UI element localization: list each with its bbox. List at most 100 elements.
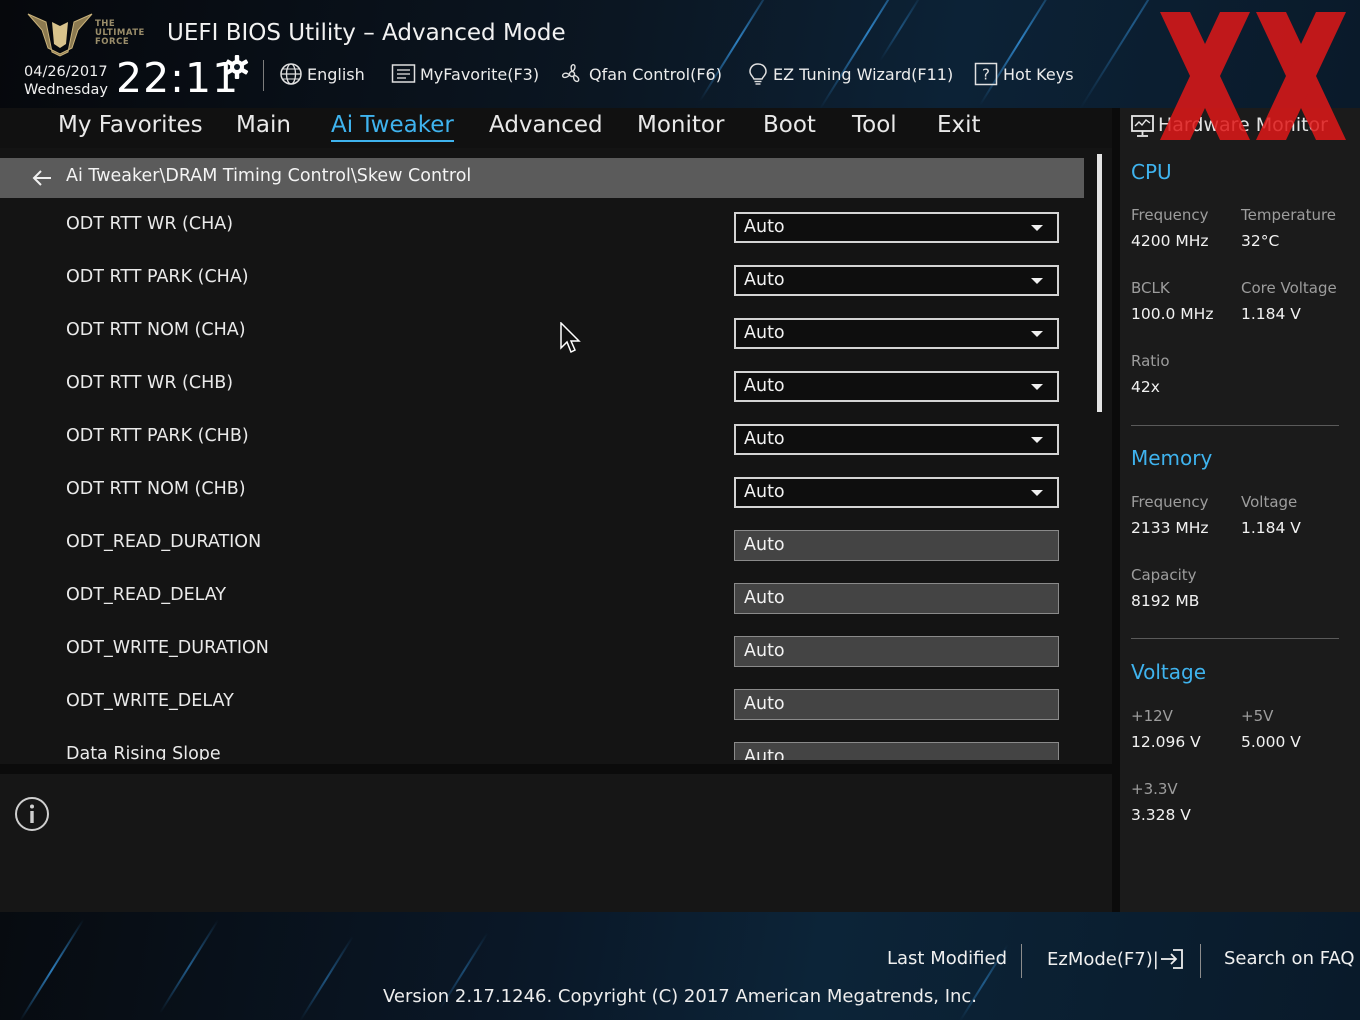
memory-heading: Memory: [1131, 446, 1213, 470]
ez-tuning-wizard-button[interactable]: EZ Tuning Wizard(F11): [747, 62, 953, 86]
weekday-label: Wednesday: [24, 82, 108, 98]
setting-dropdown[interactable]: Auto: [734, 424, 1059, 455]
setting-row: ODT_WRITE_DURATION Auto: [0, 628, 1084, 681]
cpu-temperature-label: Temperature: [1241, 206, 1337, 224]
setting-label: Data Rising Slope: [66, 744, 221, 760]
lightbulb-icon: [749, 63, 767, 85]
setting-row: ODT RTT PARK (CHB) Auto: [0, 416, 1084, 469]
setting-input[interactable]: Auto: [734, 636, 1059, 667]
menu-ai-tweaker[interactable]: Ai Tweaker: [331, 112, 454, 142]
dropdown-value: Auto: [744, 217, 785, 237]
setting-input[interactable]: Auto: [734, 742, 1059, 760]
setting-row: ODT RTT NOM (CHB) Auto: [0, 469, 1084, 522]
setting-input[interactable]: Auto: [734, 689, 1059, 720]
gear-icon[interactable]: [224, 54, 250, 80]
menu-my-favorites[interactable]: My Favorites: [58, 112, 203, 138]
cpu-heading: CPU: [1131, 160, 1172, 184]
dropdown-arrow-icon: [1031, 490, 1043, 496]
decor-streak: [1079, 0, 1187, 108]
settings-panel: Ai Tweaker\DRAM Timing Control\Skew Cont…: [0, 148, 1112, 764]
setting-row: ODT RTT WR (CHA) Auto: [0, 204, 1084, 257]
setting-dropdown[interactable]: Auto: [734, 371, 1059, 402]
setting-row: ODT_WRITE_DELAY Auto: [0, 681, 1084, 734]
qfan-control-label: Qfan Control(F6): [589, 64, 722, 84]
setting-dropdown[interactable]: Auto: [734, 265, 1059, 296]
ez-mode-button[interactable]: EzMode(F7)|: [1047, 948, 1185, 970]
decor-streak: [879, 0, 924, 62]
menu-advanced[interactable]: Advanced: [489, 112, 603, 138]
favorite-list-icon: [391, 64, 416, 83]
dropdown-arrow-icon: [1031, 384, 1043, 390]
info-icon: [15, 797, 49, 831]
dropdown-arrow-icon: [1031, 331, 1043, 337]
setting-row: ODT_READ_DELAY Auto: [0, 575, 1084, 628]
dropdown-value: Auto: [744, 482, 785, 502]
myfavorite-button[interactable]: MyFavorite(F3): [391, 62, 539, 86]
setting-dropdown[interactable]: Auto: [734, 318, 1059, 349]
setting-dropdown[interactable]: Auto: [734, 477, 1059, 508]
capacity-label: Capacity: [1131, 566, 1197, 584]
back-arrow-icon[interactable]: [30, 166, 54, 190]
breadcrumb: Ai Tweaker\DRAM Timing Control\Skew Cont…: [0, 158, 1084, 198]
dropdown-value: Auto: [744, 270, 785, 290]
setting-label: ODT_READ_DURATION: [66, 532, 262, 552]
setting-label: ODT_WRITE_DELAY: [66, 691, 234, 711]
voltage-heading: Voltage: [1131, 660, 1207, 684]
cpu-frequency-value: 4200 MHz: [1131, 232, 1209, 250]
svg-text:?: ?: [982, 66, 990, 84]
setting-input[interactable]: Auto: [734, 583, 1059, 614]
dropdown-arrow-icon: [1031, 225, 1043, 231]
setting-label: ODT RTT NOM (CHB): [66, 479, 246, 499]
section-divider: [1131, 638, 1339, 639]
setting-row: ODT_READ_DURATION Auto: [0, 522, 1084, 575]
setting-row: ODT RTT WR (CHB) Auto: [0, 363, 1084, 416]
v5-value: 5.000 V: [1241, 733, 1301, 751]
menu-boot[interactable]: Boot: [763, 112, 816, 138]
menu-main[interactable]: Main: [236, 112, 291, 138]
setting-input[interactable]: Auto: [734, 530, 1059, 561]
footer-bar: Last Modified EzMode(F7)| Search on FAQ …: [0, 912, 1360, 1020]
header-bar: THE ULTIMATE FORCE UEFI BIOS Utility – A…: [0, 0, 1360, 108]
setting-label: ODT RTT PARK (CHA): [66, 267, 249, 287]
fan-icon: [561, 64, 580, 83]
qfan-control-button[interactable]: Qfan Control(F6): [559, 62, 722, 86]
setting-row: ODT RTT PARK (CHA) Auto: [0, 257, 1084, 310]
v12-value: 12.096 V: [1131, 733, 1201, 751]
hardware-monitor-panel: Hardware Monitor CPU Frequency Temperatu…: [1120, 108, 1360, 912]
last-modified-button[interactable]: Last Modified: [887, 948, 1007, 969]
logo-wordmark: THE ULTIMATE FORCE: [95, 19, 145, 47]
vertical-scrollbar[interactable]: [1097, 154, 1102, 412]
setting-label: ODT RTT WR (CHB): [66, 373, 234, 393]
core-voltage-label: Core Voltage: [1241, 279, 1337, 297]
menu-monitor[interactable]: Monitor: [637, 112, 724, 138]
v33-value: 3.328 V: [1131, 806, 1191, 824]
menu-tool[interactable]: Tool: [852, 112, 897, 138]
decor-streak: [299, 935, 354, 1020]
myfavorite-label: MyFavorite(F3): [420, 64, 540, 84]
v12-label: +12V: [1131, 707, 1173, 725]
hot-keys-label: Hot Keys: [1003, 64, 1074, 84]
setting-label: ODT RTT WR (CHA): [66, 214, 234, 234]
language-button[interactable]: English: [279, 62, 365, 86]
setting-row: ODT RTT NOM (CHA) Auto: [0, 310, 1084, 363]
decor-streak: [979, 0, 1061, 106]
menu-exit[interactable]: Exit: [937, 112, 981, 138]
hot-keys-button[interactable]: ? Hot Keys: [974, 62, 1074, 86]
ratio-label: Ratio: [1131, 352, 1170, 370]
dropdown-value: Auto: [744, 323, 785, 343]
memory-frequency-label: Frequency: [1131, 493, 1209, 511]
ez-tuning-wizard-label: EZ Tuning Wizard(F11): [773, 64, 954, 84]
input-value: Auto: [744, 747, 785, 760]
cpu-frequency-label: Frequency: [1131, 206, 1209, 224]
input-value: Auto: [744, 641, 785, 661]
language-label: English: [307, 64, 365, 84]
decor-streak: [699, 0, 776, 102]
setting-label: ODT_WRITE_DURATION: [66, 638, 269, 658]
search-faq-button[interactable]: Search on FAQ: [1224, 948, 1355, 969]
dropdown-value: Auto: [744, 429, 785, 449]
input-value: Auto: [744, 535, 785, 555]
setting-dropdown[interactable]: Auto: [734, 212, 1059, 243]
mouse-pointer-icon: [560, 322, 581, 354]
help-info-panel: [0, 774, 1112, 912]
hardware-monitor-title: Hardware Monitor: [1158, 114, 1328, 136]
